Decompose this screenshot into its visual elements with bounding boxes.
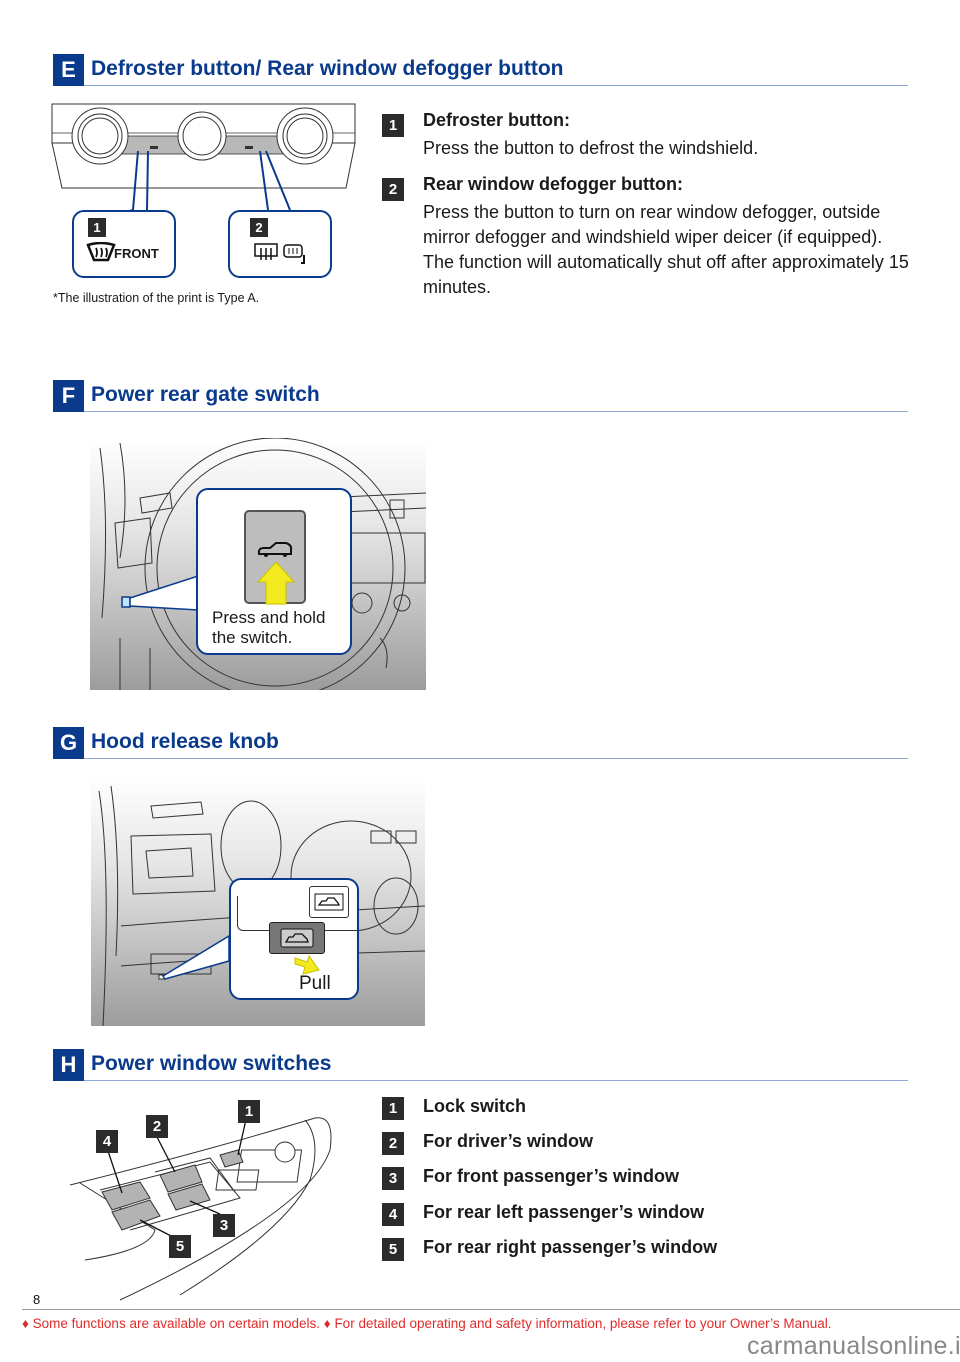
illustration-badge-3: 3: [213, 1214, 235, 1237]
page-number: 8: [33, 1292, 41, 1307]
rear-defogger-callout: 2: [228, 210, 332, 278]
hood-open-icon: [314, 893, 344, 911]
item-body: Press the button to defrost the windshie…: [423, 138, 759, 158]
footer-note: ♦ Some functions are available on certai…: [22, 1316, 832, 1331]
section-divider: [84, 758, 908, 759]
section-letter: F: [53, 380, 84, 412]
illustration-caption: *The illustration of the print is Type A…: [53, 291, 260, 305]
illustration-badge-4: 4: [96, 1130, 118, 1153]
hood-release-illustration: Pull: [91, 776, 425, 1026]
item-badge: 1: [382, 114, 404, 137]
illustration-badge-5: 5: [169, 1235, 191, 1258]
section-divider: [84, 411, 908, 412]
hood-release-knob: [269, 922, 325, 954]
item-badge: 2: [382, 1132, 404, 1155]
desc-item-rear-defogger: 2 Rear window defogger button: Press the…: [382, 174, 922, 304]
item-body: Press the button to turn on rear window …: [423, 202, 909, 297]
hood-open-icon: [280, 928, 314, 948]
section-title: Hood release knob: [91, 730, 279, 753]
section-divider: [84, 1080, 908, 1081]
section-title: Defroster button/ Rear window defogger b…: [91, 57, 564, 80]
section-letter: H: [53, 1049, 84, 1081]
rear-gate-switch-illustration: Press and hold the switch.: [90, 438, 426, 690]
item-badge: 3: [382, 1167, 404, 1190]
footer-divider: [22, 1309, 960, 1310]
item-badge: 4: [382, 1203, 404, 1226]
item-badge: 1: [382, 1097, 404, 1120]
hood-release-housing: [309, 886, 349, 918]
item-title: Rear window defogger button:: [423, 174, 683, 194]
section-header-g: G Hood release knob: [53, 727, 908, 759]
section-divider: [84, 85, 908, 86]
item-text: For rear left passenger’s window: [423, 1202, 705, 1222]
illustration-badge-1: 1: [238, 1100, 260, 1123]
section-letter: G: [53, 727, 84, 759]
section-header-h: H Power window switches: [53, 1049, 908, 1081]
front-defroster-icon: [86, 242, 116, 262]
press-arrow-icon: [256, 561, 296, 605]
watermark: carmanualsonline.info: [747, 1332, 960, 1360]
door-panel-drawing: [69, 1114, 332, 1301]
illustration-badge-2: 2: [146, 1115, 168, 1138]
front-label: FRONT: [114, 246, 159, 261]
item-badge: 5: [382, 1238, 404, 1261]
item-text: Lock switch: [423, 1096, 527, 1116]
item-text: For driver’s window: [423, 1131, 594, 1151]
callout-badge-2: 2: [250, 218, 268, 237]
rear-defogger-icon: [254, 243, 305, 264]
hood-release-instruction: Pull: [299, 973, 331, 994]
section-title: Power window switches: [91, 1052, 332, 1075]
climate-control-illustration: 1 FRONT 2: [50, 98, 370, 288]
rear-gate-open-icon: [257, 542, 293, 557]
desc-item-defroster: 1 Defroster button: Press the button to …: [382, 110, 922, 162]
hood-release-callout: Pull: [229, 878, 359, 1000]
item-badge: 2: [382, 178, 404, 201]
item-title: Defroster button:: [423, 110, 570, 130]
callout-badge-1: 1: [88, 218, 106, 237]
item-text: For front passenger’s window: [423, 1166, 680, 1186]
defroster-callout: 1 FRONT: [72, 210, 176, 278]
section-header-e: E Defroster button/ Rear window defogger…: [53, 54, 908, 86]
section-letter: E: [53, 54, 84, 86]
section-title: Power rear gate switch: [91, 383, 320, 406]
rear-gate-instruction: Press and hold the switch.: [212, 608, 326, 647]
section-header-f: F Power rear gate switch: [53, 380, 908, 412]
power-window-illustration: 1 2 3 4 5: [60, 1090, 360, 1305]
item-text: For rear right passenger’s window: [423, 1237, 718, 1257]
rear-gate-callout: Press and hold the switch.: [196, 488, 352, 655]
